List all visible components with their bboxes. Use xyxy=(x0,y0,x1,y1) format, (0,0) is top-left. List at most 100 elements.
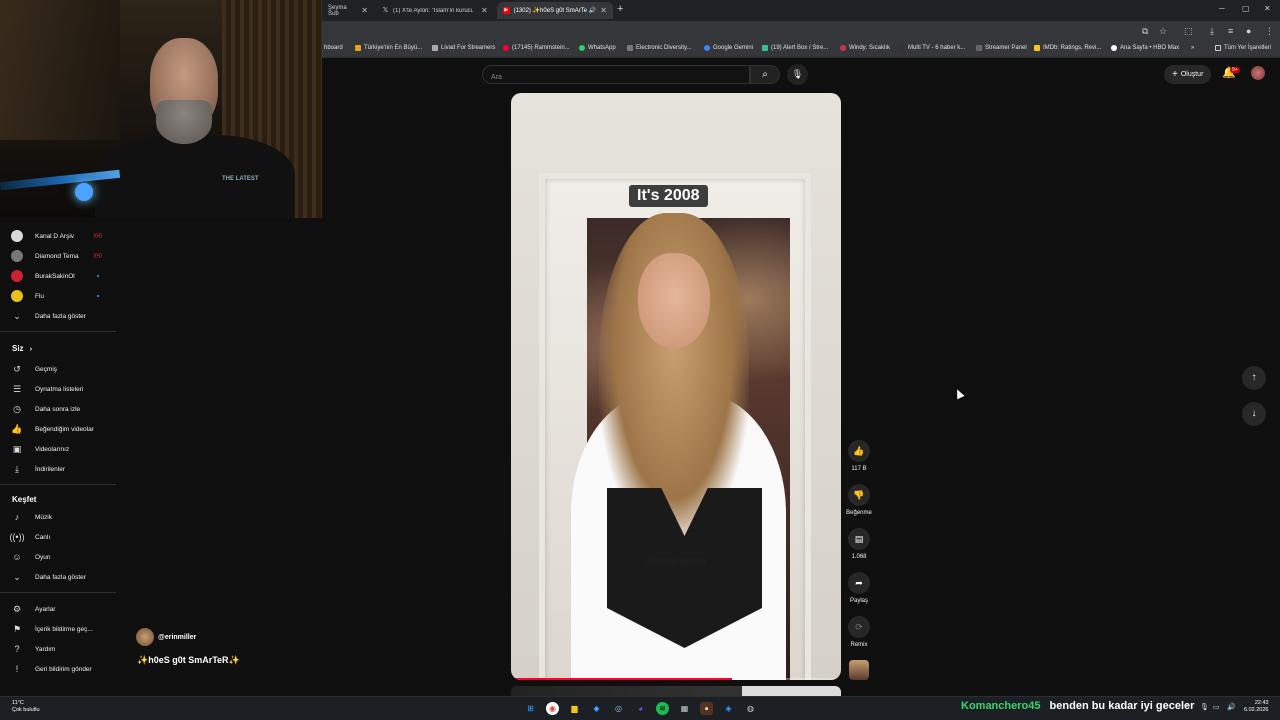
sidebar-item-settings[interactable]: ⚙ Ayarlar xyxy=(0,600,116,618)
restore-icon[interactable]: ▢ xyxy=(1242,4,1250,13)
short-video-player[interactable]: It's 2008 skinny jeans xyxy=(511,93,841,680)
menu-icon[interactable]: ⋮ xyxy=(1265,26,1274,37)
video-progress-fill xyxy=(511,678,733,680)
dislike-button[interactable]: 👎 xyxy=(848,484,870,506)
star-icon[interactable]: ☆ xyxy=(1159,26,1167,37)
bookmark-item[interactable]: Livad For Streamers xyxy=(432,45,495,51)
channel-name[interactable]: @erinmiller xyxy=(158,634,196,641)
sidebar-item-help[interactable]: ? Yardım xyxy=(0,640,116,658)
windows-start-icon[interactable]: ⊞ xyxy=(524,702,537,715)
sidebar-item-downloads[interactable]: ⤓ İndirilenler xyxy=(0,460,116,478)
system-clock[interactable]: 22:43 6.02.2026 xyxy=(1244,700,1268,714)
share-button[interactable]: ➦ xyxy=(848,572,870,594)
profile-icon[interactable]: ● xyxy=(1246,26,1251,36)
show-more-subscriptions[interactable]: ⌄ Daha fazla göster xyxy=(0,307,116,325)
share-icon: ➦ xyxy=(855,577,863,588)
bookmark-item[interactable]: Electronic Diversity... xyxy=(627,45,692,51)
sidebar-item-history[interactable]: ↺ Geçmiş xyxy=(0,360,116,378)
folder-icon xyxy=(1215,45,1221,51)
all-bookmarks[interactable]: Tüm Yer İşaretleri xyxy=(1215,45,1271,51)
steam-icon[interactable]: ◎ xyxy=(612,702,625,715)
like-button[interactable]: 👍 xyxy=(848,440,870,462)
bookmark-item[interactable]: Windy: Sıcaklık xyxy=(840,45,890,51)
app-icon[interactable]: ■ xyxy=(700,702,713,715)
close-window-icon[interactable]: ✕ xyxy=(1264,4,1271,13)
bookmark-item[interactable]: Ana Sayfa • HBO Max xyxy=(1111,45,1179,51)
bookmark-item[interactable]: Google Gemini xyxy=(704,45,753,51)
thumbs-up-icon: 👍 xyxy=(11,423,23,434)
new-tab-button[interactable]: + xyxy=(617,3,623,15)
close-icon[interactable]: ✕ xyxy=(361,6,368,15)
avatar[interactable] xyxy=(136,628,154,646)
tab-3-active[interactable]: ▶ (1302) ✨h0eS g0t SmArTeR 🔊 ✕ xyxy=(497,2,613,19)
sidebar-item-feedback[interactable]: ! Geri bildirim gönder xyxy=(0,660,116,678)
remix-button[interactable]: ⟳ xyxy=(848,616,870,638)
search-input[interactable] xyxy=(483,69,749,86)
bookmark-item[interactable]: Türkiye'nin En Büyü... xyxy=(355,45,422,51)
sidebar-item-your-videos[interactable]: ▣ Videolarınız xyxy=(0,440,116,458)
voice-search-button[interactable]: 🎙 xyxy=(787,64,808,85)
media-icon[interactable]: ≡ xyxy=(1228,26,1233,36)
search-box xyxy=(482,65,750,86)
volume-icon[interactable]: 🔊 xyxy=(1227,703,1236,711)
webcam-person-beard xyxy=(156,100,212,144)
previous-short-button[interactable]: ↑ xyxy=(1242,366,1266,390)
network-icon[interactable]: ▭ xyxy=(1213,703,1220,711)
sound-thumbnail-action xyxy=(847,660,871,680)
close-icon[interactable]: ✕ xyxy=(481,6,488,15)
tab-1[interactable]: Şeyma Sub ✕ xyxy=(322,2,374,19)
tab-2[interactable]: 𝕏 (1) X'te Aylon: "İslam'ın kurucu ✕ xyxy=(376,2,494,19)
discord-icon[interactable]: ◕ xyxy=(634,702,647,715)
gemini-icon xyxy=(704,45,710,51)
comments-button[interactable]: ▤ xyxy=(848,528,870,550)
show-more-explore[interactable]: ⌄ Daha fazla göster xyxy=(0,568,116,586)
app-icon[interactable]: ◆ xyxy=(590,702,603,715)
cast-icon[interactable]: ⧉ xyxy=(1142,26,1148,37)
sound-thumbnail[interactable] xyxy=(849,660,869,680)
bookmark-item[interactable]: Streamer Panel xyxy=(976,45,1027,51)
bookmark-item[interactable]: Multi TV - 6 haber k... xyxy=(899,45,965,51)
folder-icon[interactable]: ▆ xyxy=(568,702,581,715)
chevron-right-icon[interactable]: » xyxy=(1191,45,1194,51)
sidebar-item-music[interactable]: ♪ Müzik xyxy=(0,508,116,526)
chrome-icon[interactable]: ◉ xyxy=(546,702,559,715)
close-icon[interactable]: ✕ xyxy=(600,6,607,15)
sidebar-item-burak[interactable]: BurakSakinOl xyxy=(0,267,116,285)
search-button[interactable]: ⌕ xyxy=(750,65,780,84)
sidebar-item-liked[interactable]: 👍 Beğendiğim videolar xyxy=(0,420,116,438)
spotify-icon[interactable]: ≋ xyxy=(656,702,669,715)
app-icon[interactable]: ◈ xyxy=(722,702,735,715)
sidebar-item-gaming[interactable]: ☺ Oyun xyxy=(0,548,116,566)
bookmark-item[interactable]: (19) Alert Box / Stre... xyxy=(762,45,828,51)
weather-widget[interactable]: 11°C Çok bulutlu xyxy=(12,700,40,714)
avatar[interactable] xyxy=(1251,66,1265,80)
chevron-down-icon: ⌄ xyxy=(13,571,21,582)
sidebar-item-watch-later[interactable]: ◷ Daha sonra izle xyxy=(0,400,116,418)
obs-icon[interactable]: ◍ xyxy=(744,702,757,715)
bookmark-item[interactable]: WhatsApp xyxy=(579,45,616,51)
download-icon[interactable]: ⤓ xyxy=(1210,26,1214,37)
channel-info[interactable]: @erinmiller xyxy=(136,628,196,646)
notification-badge: 9+ xyxy=(1230,67,1240,73)
next-short-peek[interactable] xyxy=(511,686,841,696)
sidebar-item-diamond[interactable]: Diamond Tema ((•)) xyxy=(0,247,116,265)
next-short-button[interactable]: ↓ xyxy=(1242,402,1266,426)
sidebar-item-kanal-d[interactable]: Kanal D Arşiv ((•)) xyxy=(0,227,116,245)
extensions-icon[interactable]: ⬚ xyxy=(1184,26,1193,37)
speaker-icon[interactable]: 🔊 xyxy=(589,7,596,14)
bookmark-item[interactable]: (17145) Rammstein... xyxy=(503,45,570,51)
app-icon[interactable]: ▦ xyxy=(678,702,691,715)
bookmark-icon xyxy=(355,45,361,51)
minimize-icon[interactable]: ─ xyxy=(1219,4,1225,13)
sidebar-item-report-history[interactable]: ⚑ İçerik bildirme geç... xyxy=(0,620,116,638)
bookmark-item[interactable]: hboard xyxy=(324,45,343,51)
you-heading[interactable]: Siz › xyxy=(12,344,32,353)
video-progress-bar[interactable] xyxy=(511,678,841,680)
sidebar-item-playlists[interactable]: ☰ Oynatma listeleri xyxy=(0,380,116,398)
divider xyxy=(0,484,116,485)
sidebar-item-flu[interactable]: Flu xyxy=(0,287,116,305)
create-button[interactable]: + Oluştur xyxy=(1164,65,1212,84)
mic-icon[interactable]: 🎙 xyxy=(1200,703,1209,711)
sidebar-item-live[interactable]: ((•)) Canlı xyxy=(0,528,116,546)
bookmark-item[interactable]: IMDb: Ratings, Revi... xyxy=(1034,45,1101,51)
